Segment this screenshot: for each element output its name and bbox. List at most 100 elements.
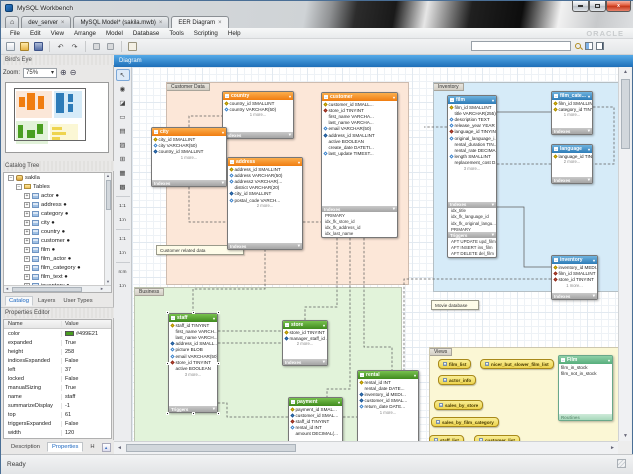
minimap-viewport[interactable] <box>14 88 86 141</box>
tree-expander[interactable]: − <box>16 184 22 190</box>
selection-handle[interactable] <box>166 412 169 415</box>
rel-1-1-non-identifying-tool[interactable]: 1:1 <box>116 200 130 212</box>
property-row[interactable]: top61 <box>4 410 111 419</box>
search-icon[interactable] <box>574 42 582 50</box>
diagram-canvas[interactable]: Customer DataInventoryBusinessViewsCusto… <box>132 67 618 441</box>
menu-item-help[interactable]: Help <box>223 30 246 37</box>
reset-layout-icon[interactable] <box>127 41 138 52</box>
er-table-header[interactable]: address▾ <box>228 158 302 166</box>
tree-item-actor[interactable]: +actor ● <box>4 191 111 200</box>
property-row[interactable]: left37 <box>4 365 111 374</box>
tree-expander[interactable]: + <box>24 238 30 244</box>
property-row[interactable]: color#499E21 <box>4 329 111 338</box>
er-table-inventory[interactable]: inventory▾inventory_id MEDI...film_id SM… <box>551 255 598 300</box>
er-table-payment[interactable]: payment▾payment_id SMAL...customer_id SM… <box>288 397 343 441</box>
eraser-tool[interactable]: ◪ <box>116 97 130 109</box>
toggle-right-panel-icon[interactable] <box>596 42 604 50</box>
er-table-header[interactable]: language▾ <box>552 145 592 153</box>
toggle-small-icon[interactable] <box>91 41 102 52</box>
er-table-language[interactable]: language▾language_id TINY...2 more...Ind… <box>551 144 593 184</box>
close-icon[interactable]: × <box>61 20 65 26</box>
selection-handle[interactable] <box>217 362 220 365</box>
layer-label[interactable]: Customer Data <box>167 83 210 91</box>
menu-item-database[interactable]: Database <box>128 30 165 37</box>
tree-expander[interactable]: + <box>24 211 30 217</box>
tab-catalog[interactable]: Catalog <box>5 296 33 306</box>
selection-handle[interactable] <box>217 311 220 314</box>
tree-expander[interactable]: − <box>8 175 14 181</box>
menu-item-model[interactable]: Model <box>101 30 128 37</box>
redo-icon[interactable]: ↷ <box>69 41 80 52</box>
tree-expander[interactable]: + <box>24 229 30 235</box>
er-table-store[interactable]: store▾store_id TINYINTmanager_staff_id .… <box>282 320 328 366</box>
er-section-indexes[interactable]: Indexes▾ <box>552 177 592 183</box>
er-table-address[interactable]: address▾address_id SMALLINTaddress VARCH… <box>227 157 303 250</box>
toggle-small2-icon[interactable] <box>105 41 116 52</box>
zoom-out-icon[interactable]: ⊖ <box>70 68 77 77</box>
canvas-horizontal-scrollbar[interactable]: ◄► <box>114 441 618 454</box>
tree-expander[interactable]: + <box>24 220 30 226</box>
doc-tab-EER[interactable]: EER Diagram× <box>171 16 228 28</box>
close-icon[interactable]: × <box>218 20 222 26</box>
tree-item-film_category[interactable]: +film_category ● <box>4 263 111 272</box>
property-row[interactable]: indicesExpandedFalse <box>4 356 111 365</box>
property-row[interactable]: height258 <box>4 347 111 356</box>
close-icon[interactable]: × <box>159 20 163 26</box>
er-table-header[interactable]: country▾ <box>223 92 293 100</box>
tree-item-film[interactable]: +film ● <box>4 245 111 254</box>
er-table-film[interactable]: film▾film_id SMALLINTtitle VARCHAR(255)d… <box>447 95 497 258</box>
property-row[interactable]: namestaff <box>4 392 111 401</box>
tab-history-clipped[interactable]: H <box>86 443 98 451</box>
rel-n-m-identifying-tool[interactable]: n:m <box>116 266 130 278</box>
open-model-icon[interactable] <box>19 41 30 52</box>
hand-tool[interactable]: ◉ <box>116 83 130 95</box>
routine-group-film[interactable]: Film▾film_in_stockfilm_not_in_stockRouti… <box>558 355 613 421</box>
tree-item-sakila[interactable]: −sakila <box>4 173 111 182</box>
rel-1-n-non-identifying-tool[interactable]: 1:n <box>116 214 130 226</box>
undo-icon[interactable]: ↶ <box>55 41 66 52</box>
table-tool[interactable]: ⊞ <box>116 153 130 165</box>
er-table-country[interactable]: country▾country_id SMALLINTcountry VARCH… <box>222 91 294 139</box>
routine-group-tool[interactable]: ▩ <box>116 181 130 193</box>
rel-1-n-identifying-tool[interactable]: 1:n <box>116 247 130 259</box>
er-section-indexes[interactable]: Indexes▾ <box>223 132 293 138</box>
note-tool[interactable]: ▤ <box>116 125 130 137</box>
home-tab[interactable]: ⌂ <box>5 16 19 28</box>
layer-tool[interactable]: ▭ <box>116 111 130 123</box>
tree-vertical-scrollbar[interactable]: ▲▼ <box>104 173 111 285</box>
er-table-film_cate[interactable]: film_cate...▾film_id SMALLINTcategory_id… <box>551 91 593 135</box>
er-section-indexes[interactable]: Indexes▾ <box>228 243 302 249</box>
view-tool[interactable]: ▦ <box>116 167 130 179</box>
tree-expander[interactable]: + <box>24 202 30 208</box>
tree-item-country[interactable]: +country ● <box>4 227 111 236</box>
er-table-staff[interactable]: staff▾staff_id TINYINTfirst_name VARCH..… <box>168 313 218 413</box>
view-actor_info[interactable]: actor_info <box>438 375 476 385</box>
zoom-in-icon[interactable]: ⊕ <box>60 68 67 77</box>
rel-1-1-identifying-tool[interactable]: 1:1 <box>116 233 130 245</box>
routine-group-header[interactable]: Film▾ <box>559 356 612 364</box>
er-table-rental[interactable]: rental▾rental_id INTrental_date DATE...i… <box>357 370 419 441</box>
view-nicer_but_slower_film_list[interactable]: nicer_but_slower_film_list <box>480 359 554 369</box>
er-table-header[interactable]: customer▾ <box>322 93 397 101</box>
er-table-customer[interactable]: customer▾customer_id SMALL...store_id TI… <box>321 92 398 238</box>
menu-item-arrange[interactable]: Arrange <box>69 30 101 37</box>
property-row[interactable]: width120 <box>4 428 111 437</box>
tree-expander[interactable]: + <box>24 256 30 262</box>
toggle-left-panel-icon[interactable] <box>585 42 593 50</box>
tree-item-customer[interactable]: +customer ● <box>4 236 111 245</box>
scroll-up-icon[interactable]: ▲ <box>102 443 111 452</box>
view-sales_by_film_category[interactable]: sales_by_film_category <box>431 417 499 427</box>
birds-eye-map[interactable] <box>5 82 109 153</box>
property-row[interactable]: manualSizingTrue <box>4 383 111 392</box>
menu-item-view[interactable]: View <box>46 30 69 37</box>
er-table-header[interactable]: film_cate...▾ <box>552 92 592 100</box>
layer-label[interactable]: Business <box>135 288 164 296</box>
menu-item-scripting[interactable]: Scripting <box>189 30 223 37</box>
close-button[interactable]: x <box>606 1 631 12</box>
search-input[interactable] <box>471 41 571 51</box>
menu-item-tools[interactable]: Tools <box>164 30 188 37</box>
er-section-indexes[interactable]: Indexes▾ <box>552 293 597 299</box>
tree-item-address[interactable]: +address ● <box>4 200 111 209</box>
tree-item-film_text[interactable]: +film_text ● <box>4 272 111 281</box>
menu-item-edit[interactable]: Edit <box>25 30 46 37</box>
